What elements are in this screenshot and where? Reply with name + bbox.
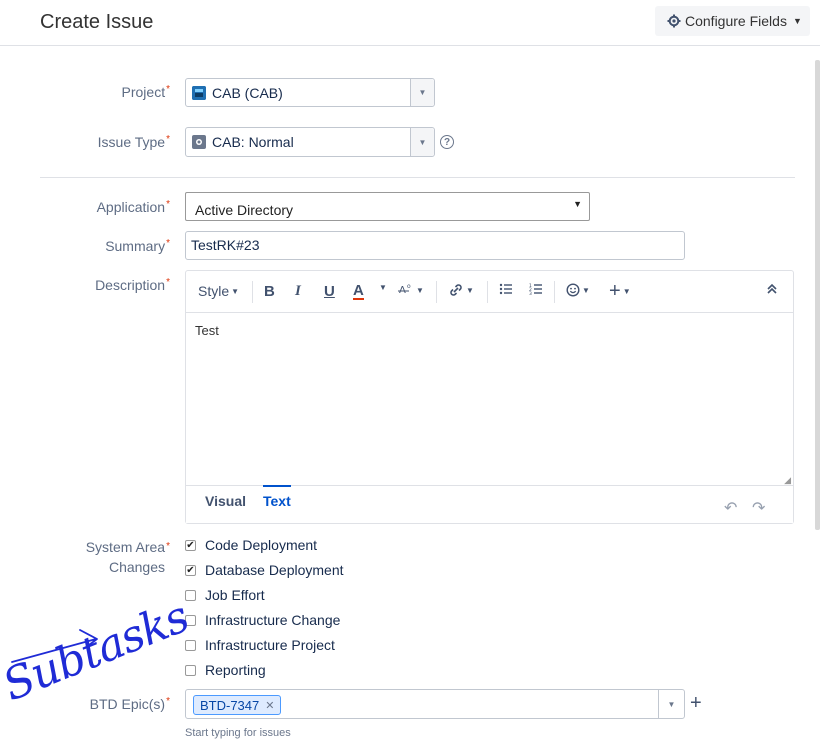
configure-fields-label: Configure Fields [685,13,787,29]
application-label: Application* [96,199,170,215]
collapse-toolbar-button[interactable] [766,283,778,295]
bullet-list-icon [499,283,512,295]
gear-icon [667,14,681,28]
divider [40,177,795,178]
dialog-title: Create Issue [40,11,154,33]
chevron-down-icon: ▼ [792,16,802,26]
bullet-list-button[interactable] [499,283,513,295]
editor-mode-tabs: Visual Text ↶ ↷ [186,485,793,523]
checkbox-unchecked-icon[interactable] [185,664,196,676]
description-editor: Style▼ B I U A ▼ Ao▼ ▼ 123 ▼ +▼ Test ◢ [185,270,794,524]
dialog-header: Create Issue Configure Fields ▼ [0,0,820,46]
redo-icon[interactable]: ↷ [752,498,765,518]
link-icon [450,284,462,296]
btd-epics-label: BTD Epic(s)* [89,696,170,712]
application-select[interactable]: Active Directory ▼ [185,192,590,221]
text-color-button[interactable]: A [353,283,364,300]
project-icon [192,85,206,100]
checkbox-option[interactable]: Infrastructure Project [185,637,335,653]
issue-type-select[interactable]: CAB: Normal ▼ [185,127,435,157]
issue-type-label: Issue Type* [97,134,170,150]
toolbar-divider [554,281,555,303]
checkbox-checked-icon[interactable]: ✔ [185,564,196,576]
emoji-icon [566,283,580,297]
numbered-list-button[interactable]: 123 [529,283,543,295]
link-button[interactable]: ▼ [448,283,474,297]
checkbox-option[interactable]: ✔ Database Deployment [185,562,344,578]
issue-type-value: CAB: Normal [212,134,294,150]
epic-hint: Start typing for issues [185,727,291,739]
more-formatting-button[interactable]: Ao▼ [398,283,424,297]
checkbox-label: Database Deployment [205,562,344,578]
insert-more-button[interactable]: + ▼ [609,280,631,303]
project-value: CAB (CAB) [212,84,283,101]
numbered-list-icon: 123 [529,283,542,295]
btd-epics-input[interactable]: BTD-7347 ✕ ▼ [185,689,685,719]
application-value: Active Directory [195,202,294,218]
tab-text[interactable]: Text [263,485,291,509]
description-textarea[interactable]: Test [186,313,793,485]
toolbar-divider [487,281,488,303]
dropdown-arrow-icon: ▼ [573,199,582,209]
epic-tag[interactable]: BTD-7347 ✕ [193,695,282,715]
toolbar-divider [436,281,437,303]
plus-icon: + [609,280,621,302]
checkbox-unchecked-icon[interactable] [185,589,196,601]
epic-tag-label: BTD-7347 [200,697,260,713]
checkbox-label: Job Effort [205,587,265,603]
chevron-down-icon[interactable]: ▼ [377,283,387,292]
chevron-down-icon[interactable]: ▼ [658,690,684,718]
checkbox-option[interactable]: Reporting [185,662,266,678]
chevron-down-icon[interactable]: ▼ [410,79,434,106]
svg-text:o: o [407,283,411,290]
italic-button[interactable]: I [295,283,301,300]
double-chevron-up-icon [767,283,777,294]
handwritten-annotation-text: Subtasks [0,591,196,712]
checkbox-option[interactable]: Infrastructure Change [185,612,340,628]
summary-label: Summary* [105,238,170,254]
help-icon[interactable]: ? [440,135,454,149]
chevron-down-icon[interactable]: ▼ [410,128,434,156]
checkbox-label: Infrastructure Project [205,637,335,653]
scrollbar[interactable] [815,60,820,530]
project-label: Project* [121,84,170,100]
emoji-button[interactable]: ▼ [566,283,590,297]
add-epic-button[interactable]: + [690,692,702,715]
project-select[interactable]: CAB (CAB) ▼ [185,78,435,107]
checkbox-option[interactable]: Job Effort [185,587,265,603]
checkbox-label: Reporting [205,662,266,678]
style-dropdown[interactable]: Style ▼ [198,283,239,299]
issue-type-icon [192,135,206,149]
text-effects-icon: Ao [398,283,411,296]
undo-icon[interactable]: ↶ [724,498,737,518]
summary-input[interactable]: TestRK#23 [185,231,685,260]
checkbox-label: Code Deployment [205,537,318,553]
checkbox-checked-icon[interactable]: ✔ [185,539,196,551]
svg-text:3: 3 [529,291,532,295]
underline-button[interactable]: U [324,283,335,300]
checkbox-option[interactable]: ✔ Code Deployment [185,537,317,553]
toolbar-divider [252,281,253,303]
description-label: Description* [95,277,170,293]
remove-tag-icon[interactable]: ✕ [265,699,274,712]
bold-button[interactable]: B [264,283,275,300]
checkbox-label: Infrastructure Change [205,612,341,628]
editor-toolbar: Style▼ B I U A ▼ Ao▼ ▼ 123 ▼ +▼ [186,271,793,313]
tab-visual[interactable]: Visual [205,493,246,509]
system-area-changes-label: System Area* Changes [85,539,170,575]
configure-fields-button[interactable]: Configure Fields ▼ [655,6,810,36]
